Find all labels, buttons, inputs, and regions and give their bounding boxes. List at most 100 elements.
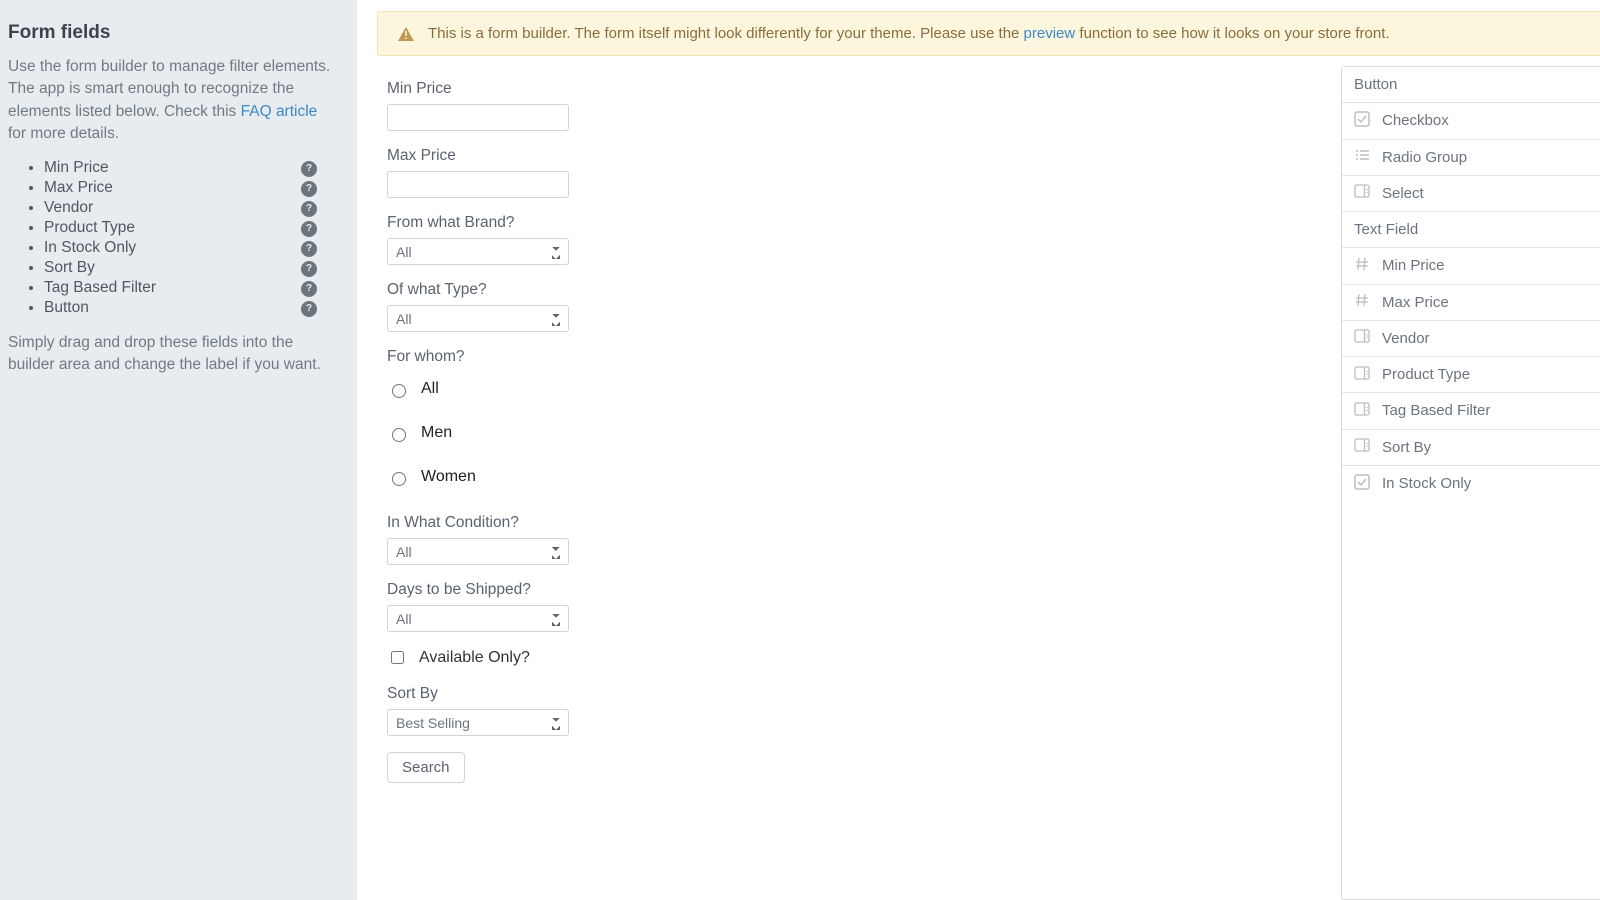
sidebar-item-label: Max Price <box>44 179 113 196</box>
sidebar-item: Product Type? <box>44 218 337 238</box>
check-icon <box>1354 111 1370 131</box>
sidebar-title: Form fields <box>8 22 337 44</box>
notice-text-before: This is a form builder. The form itself … <box>428 25 1024 42</box>
brand-select[interactable]: All <box>387 238 569 265</box>
max-price-label: Max Price <box>387 147 1341 165</box>
select-icon <box>1354 328 1370 348</box>
palette-item[interactable]: Radio Group <box>1342 140 1600 176</box>
whom-radio-option[interactable]: Men <box>387 424 1341 442</box>
warning-icon <box>398 27 414 41</box>
max-price-input[interactable] <box>387 171 569 198</box>
main: This is a form builder. The form itself … <box>357 0 1600 900</box>
radio-label: All <box>421 380 439 398</box>
available-only-label: Available Only? <box>419 649 530 667</box>
palette-item-label: In Stock Only <box>1382 475 1471 492</box>
help-icon[interactable]: ? <box>301 221 317 237</box>
field-palette: Button Checkbox Radio Group Select Text Fiel… <box>1341 66 1600 900</box>
notice-text: This is a form builder. The form itself … <box>428 25 1390 42</box>
notice-banner: This is a form builder. The form itself … <box>377 11 1600 56</box>
help-icon[interactable]: ? <box>301 261 317 277</box>
palette-item[interactable]: Min Price <box>1342 248 1600 284</box>
check-icon <box>1354 474 1370 494</box>
help-icon[interactable]: ? <box>301 161 317 177</box>
condition-select[interactable]: All <box>387 538 569 565</box>
list-icon <box>1354 147 1370 167</box>
sidebar-item-label: Sort By <box>44 259 95 276</box>
select-icon <box>1354 401 1370 421</box>
palette-item[interactable]: Vendor <box>1342 321 1600 357</box>
palette-item[interactable]: Sort By <box>1342 430 1600 466</box>
notice-text-after: function to see how it looks on your sto… <box>1075 25 1389 42</box>
sidebar-item-label: Vendor <box>44 199 93 216</box>
whom-radio-group: All Men Women <box>387 380 1341 486</box>
select-icon <box>1354 437 1370 457</box>
sort-by-label: Sort By <box>387 685 1341 703</box>
faq-link[interactable]: FAQ article <box>241 103 318 120</box>
min-price-input[interactable] <box>387 104 569 131</box>
palette-item[interactable]: Select <box>1342 176 1600 212</box>
help-icon[interactable]: ? <box>301 301 317 317</box>
sidebar-item-label: Button <box>44 299 89 316</box>
select-icon <box>1354 365 1370 385</box>
sidebar-item: Max Price? <box>44 178 337 198</box>
radio-label: Women <box>421 468 476 486</box>
palette-item-label: Tag Based Filter <box>1382 402 1490 419</box>
radio-input[interactable] <box>392 384 406 398</box>
hash-icon <box>1354 292 1370 312</box>
palette-item[interactable]: Max Price <box>1342 285 1600 321</box>
palette-item-label: Min Price <box>1382 257 1445 274</box>
help-icon[interactable]: ? <box>301 201 317 217</box>
palette-item-label: Max Price <box>1382 294 1449 311</box>
sidebar-item: Tag Based Filter? <box>44 278 337 298</box>
help-icon[interactable]: ? <box>301 241 317 257</box>
sort-by-select[interactable]: Best Selling <box>387 709 569 736</box>
ship-days-select[interactable]: All <box>387 605 569 632</box>
help-icon[interactable]: ? <box>301 281 317 297</box>
sidebar-item: In Stock Only? <box>44 238 337 258</box>
palette-item-label: Product Type <box>1382 366 1470 383</box>
sidebar-item: Sort By? <box>44 258 337 278</box>
min-price-label: Min Price <box>387 80 1341 98</box>
palette-item-label: Radio Group <box>1382 149 1467 166</box>
brand-label: From what Brand? <box>387 214 1341 232</box>
sidebar-item: Vendor? <box>44 198 337 218</box>
sidebar-item-label: In Stock Only <box>44 239 136 256</box>
type-select[interactable]: All <box>387 305 569 332</box>
palette-item[interactable]: Checkbox <box>1342 103 1600 139</box>
radio-input[interactable] <box>392 428 406 442</box>
palette-item[interactable]: Button <box>1342 67 1600 103</box>
palette-item[interactable]: Product Type <box>1342 357 1600 393</box>
help-icon[interactable]: ? <box>301 181 317 197</box>
sidebar-footer: Simply drag and drop these fields into t… <box>8 332 337 377</box>
radio-label: Men <box>421 424 452 442</box>
available-only-checkbox[interactable] <box>391 651 404 664</box>
palette-item-label: Vendor <box>1382 330 1430 347</box>
hash-icon <box>1354 256 1370 276</box>
form-builder-canvas[interactable]: Min Price Max Price From what Brand? All… <box>377 66 1341 900</box>
sidebar-item-label: Min Price <box>44 159 109 176</box>
sidebar-item-label: Product Type <box>44 219 135 236</box>
sidebar-field-list: Min Price?Max Price?Vendor?Product Type?… <box>8 158 337 318</box>
select-icon <box>1354 183 1370 203</box>
sidebar-item: Min Price? <box>44 158 337 178</box>
whom-label: For whom? <box>387 348 1341 366</box>
ship-days-label: Days to be Shipped? <box>387 581 1341 599</box>
sidebar-intro: Use the form builder to manage filter el… <box>8 56 337 146</box>
preview-link[interactable]: preview <box>1024 25 1076 42</box>
sidebar-intro-text-2: for more details. <box>8 125 119 142</box>
palette-item[interactable]: Tag Based Filter <box>1342 393 1600 429</box>
whom-radio-option[interactable]: Women <box>387 468 1341 486</box>
palette-item-label: Sort By <box>1382 439 1431 456</box>
sidebar: Form fields Use the form builder to mana… <box>0 0 357 900</box>
condition-label: In What Condition? <box>387 514 1341 532</box>
radio-input[interactable] <box>392 472 406 486</box>
whom-radio-option[interactable]: All <box>387 380 1341 398</box>
palette-item-label: Text Field <box>1354 221 1418 238</box>
palette-item[interactable]: In Stock Only <box>1342 466 1600 502</box>
palette-item-label: Select <box>1382 185 1424 202</box>
sidebar-item: Button? <box>44 298 337 318</box>
type-label: Of what Type? <box>387 281 1341 299</box>
palette-item-label: Button <box>1354 76 1397 93</box>
search-button[interactable]: Search <box>387 752 465 783</box>
palette-item[interactable]: Text Field <box>1342 212 1600 248</box>
